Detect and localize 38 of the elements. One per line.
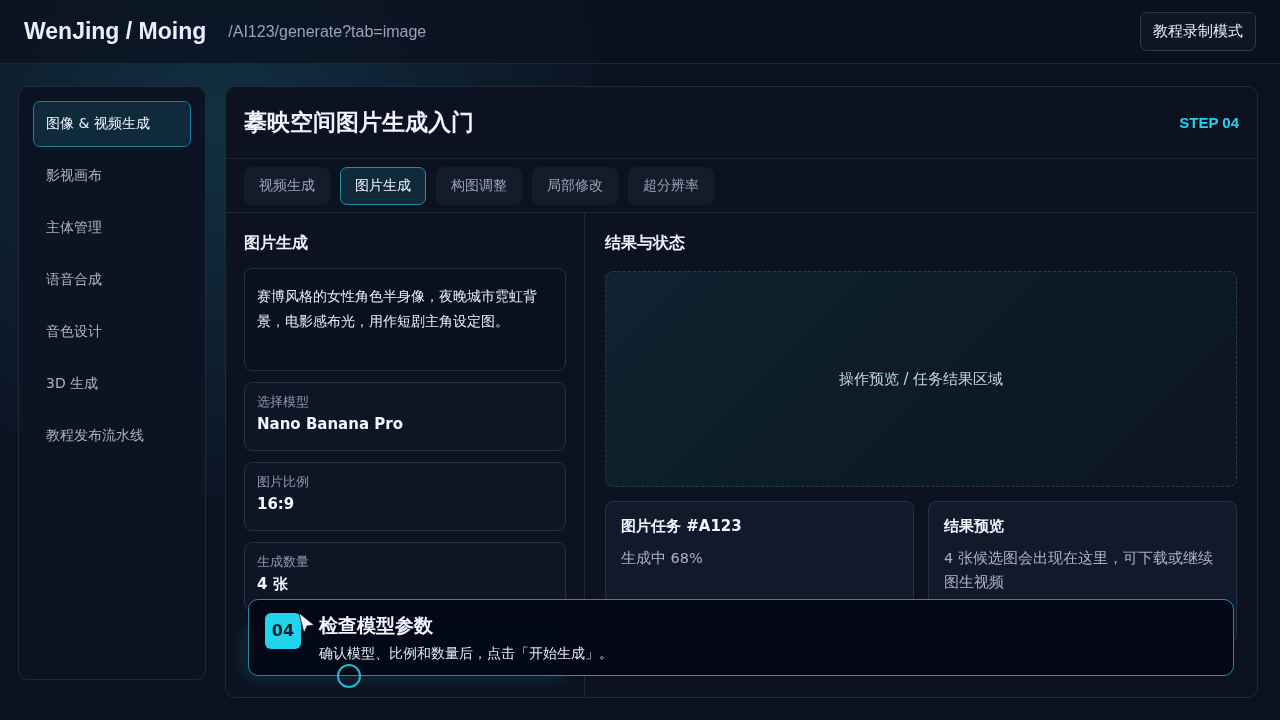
tab[interactable]: 图片生成: [340, 166, 426, 205]
sidebar-item[interactable]: 影视画布: [33, 153, 191, 199]
field-value: 16:9: [257, 495, 296, 513]
card-title: 图片任务 #A123: [621, 517, 743, 536]
sidebar-item[interactable]: 3D 生成: [33, 361, 191, 407]
brand-title: WenJing / Moing: [24, 18, 207, 45]
click-ring-icon: [337, 664, 361, 688]
select-field[interactable]: 图片比例 16:9: [244, 462, 566, 531]
card-title: 结果预览: [944, 517, 1005, 536]
callout-title: 检查模型参数: [319, 612, 434, 638]
field-value: Nano Banana Pro: [257, 415, 404, 433]
section-title: 图片生成: [244, 233, 309, 254]
field-label: 生成数量: [257, 554, 310, 571]
page-title: 摹映空间图片生成入门: [244, 108, 474, 137]
preview-area: 操作预览 / 任务结果区域: [605, 271, 1237, 487]
prompt-field[interactable]: 赛博风格的女性角色半身像，夜晚城市霓虹背景，电影感布光，用作短剧主角设定图。: [244, 268, 566, 371]
sidebar-item[interactable]: 图像 & 视频生成: [33, 101, 191, 147]
card-text: 生成中 68%: [621, 549, 704, 568]
tab[interactable]: 超分辨率: [628, 166, 714, 205]
card-text: 4 张候选图会出现在这里，可下载或继续图生视频: [944, 549, 1214, 592]
step-number: 04: [265, 612, 301, 649]
field-label: 图片比例: [257, 474, 310, 491]
sidebar-item[interactable]: 语音合成: [33, 257, 191, 303]
sidebar-item[interactable]: 音色设计: [33, 309, 191, 355]
sidebar-item[interactable]: 主体管理: [33, 205, 191, 251]
tab[interactable]: 视频生成: [244, 166, 330, 205]
field-label: 选择模型: [257, 394, 310, 411]
cursor-icon: [298, 612, 315, 634]
callout-text: 确认模型、比例和数量后，点击「开始生成」。: [319, 644, 613, 663]
url-path: /AI123/generate?tab=image: [228, 22, 428, 41]
step-label: STEP 04: [1179, 114, 1239, 131]
sidebar-item[interactable]: 教程发布流水线: [33, 413, 191, 459]
section-title: 结果与状态: [605, 233, 686, 254]
select-field[interactable]: 选择模型 Nano Banana Pro: [244, 382, 566, 451]
tutorial-mode-button[interactable]: 教程录制模式: [1140, 12, 1256, 51]
tab[interactable]: 构图调整: [436, 166, 522, 205]
tab[interactable]: 局部修改: [532, 166, 618, 205]
field-value: 4 张: [257, 575, 289, 594]
